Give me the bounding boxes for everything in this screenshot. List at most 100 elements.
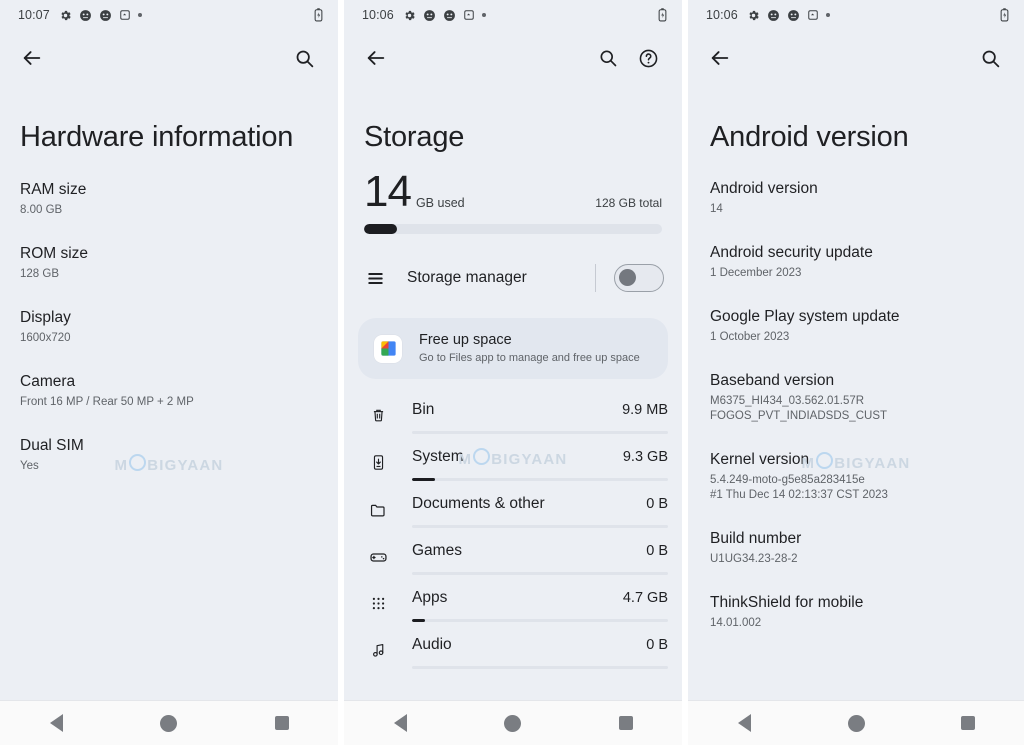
free-up-space-card[interactable]: Free up space Go to Files app to manage … — [358, 318, 668, 379]
category-name: System — [412, 448, 464, 465]
list-item[interactable]: Games 0 B — [344, 528, 682, 575]
item-label: Build number — [710, 530, 802, 547]
list-item[interactable]: Google Play system update 1 October 2023 — [710, 307, 1004, 345]
files-app-icon — [374, 334, 402, 363]
item-label: ROM size — [20, 245, 89, 262]
nav-back-button[interactable] — [33, 707, 79, 739]
status-bar: 10:06 — [344, 0, 682, 30]
list-item[interactable]: Display 1600x720 — [20, 308, 318, 346]
nav-back-button[interactable] — [721, 707, 767, 739]
help-button[interactable] — [628, 38, 668, 78]
page-title: Android version — [710, 121, 909, 153]
nav-back-icon — [393, 714, 407, 732]
gear-icon — [403, 9, 416, 22]
storage-manager-control — [595, 264, 664, 292]
nav-home-button[interactable] — [833, 707, 879, 739]
storage-total-label: 128 GB total — [595, 196, 662, 210]
nav-home-icon — [160, 714, 178, 732]
category-main: Bin 9.9 MB — [412, 401, 668, 434]
storage-used-unit: GB used — [415, 196, 465, 210]
screen-body: Hardware information RAM size 8.00 GB RO… — [0, 86, 338, 700]
item-value: 1 October 2023 — [710, 331, 790, 343]
list-item[interactable]: ThinkShield for mobile 14.01.002 — [710, 593, 1004, 631]
nav-home-icon — [504, 714, 522, 732]
list-item[interactable]: Documents & other 0 B — [344, 481, 682, 528]
item-label: Kernel version — [710, 451, 810, 468]
category-top: Documents & other 0 B — [412, 495, 668, 513]
nav-home-button[interactable] — [490, 707, 536, 739]
list-item[interactable]: Apps 4.7 GB — [344, 575, 682, 622]
back-button[interactable] — [12, 38, 52, 78]
gamepad-icon — [366, 542, 390, 567]
moto-assist-icon — [423, 9, 436, 22]
nav-recents-button[interactable] — [945, 707, 991, 739]
battery-icon — [657, 8, 668, 22]
list-item[interactable]: Baseband version M6375_HI434_03.562.01.5… — [710, 371, 1004, 424]
item-value: 14 — [710, 203, 723, 215]
storage-manager-row[interactable]: Storage manager — [344, 248, 682, 308]
nav-home-icon — [847, 714, 865, 732]
nav-back-icon — [737, 714, 751, 732]
nav-back-button[interactable] — [377, 707, 423, 739]
item-value: 14.01.002 — [710, 617, 762, 629]
moto-assist-icon — [767, 9, 780, 22]
storage-usage-bar-fill — [364, 224, 397, 234]
search-button[interactable] — [284, 38, 324, 78]
back-button[interactable] — [700, 38, 740, 78]
screenshot-icon — [463, 9, 475, 21]
nav-recents-button[interactable] — [259, 707, 305, 739]
list-item[interactable]: RAM size 8.00 GB — [20, 180, 318, 218]
help-icon — [639, 49, 657, 67]
list-item[interactable]: ROM size 128 GB — [20, 244, 318, 282]
phone-screen-hardware-information: 10:07 Hardware information RAM size 8.00… — [0, 0, 338, 745]
list-item[interactable]: System 9.3 GB — [344, 434, 682, 481]
category-top: Audio 0 B — [412, 636, 668, 654]
storage-manager-toggle[interactable] — [614, 264, 664, 292]
storage-manager-label: Storage manager — [407, 269, 527, 286]
nav-recents-button[interactable] — [603, 707, 649, 739]
search-button[interactable] — [970, 38, 1010, 78]
category-top: Apps 4.7 GB — [412, 589, 668, 607]
toggle-knob — [619, 269, 636, 286]
item-label: Android security update — [710, 244, 873, 261]
back-arrow-icon — [367, 51, 385, 65]
apps-grid-icon — [366, 589, 390, 612]
item-value: 1 December 2023 — [710, 267, 802, 279]
list-item[interactable]: Android security update 1 December 2023 — [710, 243, 1004, 281]
list-item[interactable]: Dual SIM Yes — [20, 436, 318, 474]
list-item[interactable]: Android version 14 — [710, 179, 1004, 217]
status-bar-clock: 10:06 — [706, 8, 738, 22]
category-main: Documents & other 0 B — [412, 495, 668, 528]
list-item[interactable]: Bin 9.9 MB — [344, 387, 682, 434]
storage-used-number: 14 — [364, 167, 412, 216]
storage-usage-row: 14 GB used 128 GB total — [364, 170, 662, 214]
search-button[interactable] — [588, 38, 628, 78]
system-icon — [366, 448, 390, 471]
list-item[interactable]: Camera Front 16 MP / Rear 50 MP + 2 MP — [20, 372, 318, 410]
back-arrow-icon — [711, 51, 729, 65]
category-name: Apps — [412, 589, 448, 606]
nav-home-button[interactable] — [146, 707, 192, 739]
android-version-list: Android version 14 Android security upda… — [688, 154, 1024, 631]
storage-usage-bar — [364, 224, 662, 234]
screen-body: Storage 14 GB used 128 GB total Storage … — [344, 86, 682, 700]
free-up-space-title: Free up space — [419, 332, 512, 348]
gear-icon — [747, 9, 760, 22]
category-bar — [412, 478, 668, 481]
navigation-bar — [688, 700, 1024, 745]
page-title: Storage — [364, 121, 465, 153]
category-top: System 9.3 GB — [412, 448, 668, 466]
category-bar — [412, 572, 668, 575]
list-item[interactable]: Build number U1UG34.23-28-2 — [710, 529, 1004, 567]
status-bar-icons — [403, 9, 486, 22]
list-item[interactable]: Kernel version 5.4.249-moto-g5e85a283415… — [710, 450, 1004, 503]
moto-assist-icon — [79, 9, 92, 22]
list-item[interactable]: Audio 0 B — [344, 622, 682, 669]
category-top: Bin 9.9 MB — [412, 401, 668, 419]
category-top: Games 0 B — [412, 542, 668, 560]
status-bar-icons — [59, 9, 142, 22]
category-name: Audio — [412, 636, 452, 653]
screenshot-icon — [807, 9, 819, 21]
back-button[interactable] — [356, 38, 396, 78]
category-size: 0 B — [646, 637, 668, 653]
